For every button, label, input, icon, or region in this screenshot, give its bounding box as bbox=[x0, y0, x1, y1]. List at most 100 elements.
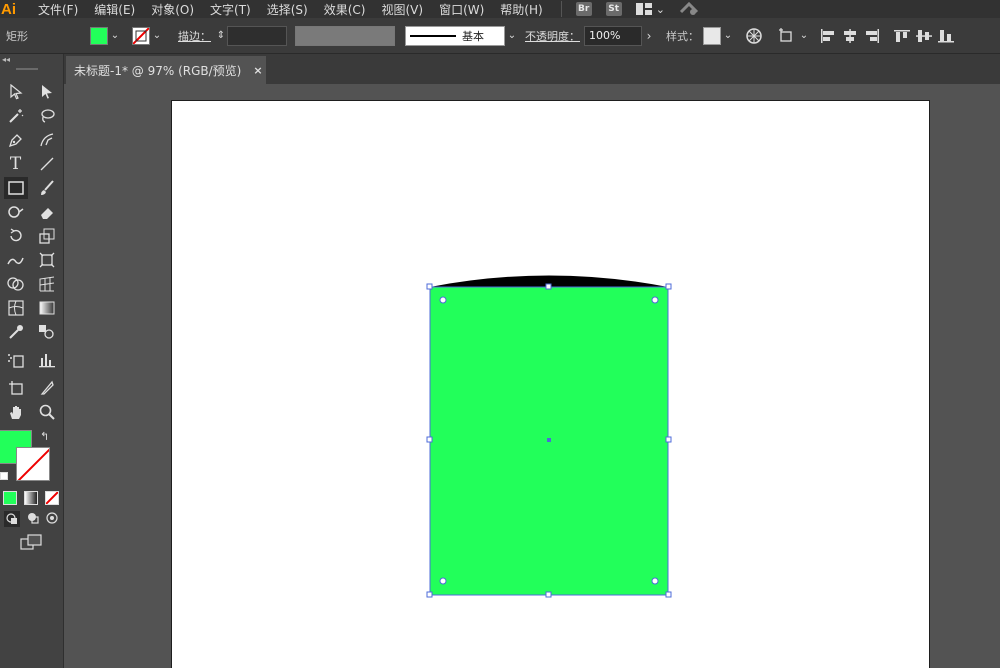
color-mode-icon[interactable] bbox=[3, 491, 17, 505]
variable-width-profile[interactable] bbox=[295, 26, 395, 46]
opacity-arrow-icon[interactable]: › bbox=[642, 27, 656, 45]
free-transform-icon[interactable] bbox=[35, 249, 59, 271]
graphic-style-dropdown-icon[interactable]: ⌄ bbox=[721, 27, 735, 45]
menu-view[interactable]: 视图(V) bbox=[373, 1, 431, 18]
brush-definition-dropdown[interactable]: 基本 bbox=[405, 26, 505, 46]
align-bottom-icon[interactable] bbox=[935, 25, 957, 47]
align-middle-icon[interactable] bbox=[913, 25, 935, 47]
brush-dropdown-icon[interactable]: ⌄ bbox=[505, 27, 519, 45]
fill-swatch[interactable] bbox=[90, 27, 108, 45]
bridge-button[interactable]: Br bbox=[576, 2, 592, 16]
lasso-icon[interactable] bbox=[35, 105, 59, 127]
curvature-icon[interactable] bbox=[35, 129, 59, 151]
stroke-dropdown-icon[interactable]: ⌄ bbox=[150, 27, 164, 45]
brush-profile-label: 基本 bbox=[462, 28, 484, 44]
magic-wand-icon[interactable] bbox=[4, 105, 28, 127]
align-left-icon[interactable] bbox=[817, 25, 839, 47]
align-center-icon[interactable] bbox=[839, 25, 861, 47]
menu-file[interactable]: 文件(F) bbox=[30, 1, 86, 18]
menu-select[interactable]: 选择(S) bbox=[259, 1, 316, 18]
graphic-style-swatch[interactable] bbox=[703, 27, 721, 45]
artboard-icon[interactable] bbox=[4, 377, 28, 399]
default-fill-stroke-icon[interactable] bbox=[0, 472, 8, 480]
handle-top-center bbox=[546, 284, 551, 289]
menu-effect[interactable]: 效果(C) bbox=[316, 1, 374, 18]
pen-icon[interactable] bbox=[4, 129, 28, 151]
opacity-label[interactable]: 不透明度： bbox=[525, 28, 580, 44]
workspace-switcher-icon[interactable]: ⌄ bbox=[636, 3, 665, 16]
stroke-label[interactable]: 描边： bbox=[178, 28, 211, 44]
gradient-icon[interactable] bbox=[35, 297, 59, 319]
warp-icon[interactable] bbox=[4, 249, 28, 271]
panel-collapse-icon[interactable]: ◂◂ bbox=[2, 55, 10, 64]
eraser-icon[interactable] bbox=[35, 201, 59, 223]
blend-icon[interactable] bbox=[35, 321, 59, 343]
screen-mode-icon[interactable] bbox=[20, 534, 42, 553]
zoom-icon[interactable] bbox=[35, 401, 59, 423]
paintbrush-icon[interactable] bbox=[35, 177, 59, 199]
direct-selection-tool-icon[interactable] bbox=[35, 81, 59, 103]
corner-widget-bottom-right bbox=[652, 578, 658, 584]
mesh-icon[interactable] bbox=[4, 297, 28, 319]
recolor-artwork-icon[interactable] bbox=[743, 25, 765, 47]
draw-inside-icon[interactable] bbox=[46, 512, 58, 527]
gradient-mode-icon[interactable] bbox=[24, 491, 38, 505]
slice-icon[interactable] bbox=[35, 377, 59, 399]
handle-middle-right bbox=[666, 437, 671, 442]
close-icon[interactable]: × bbox=[253, 64, 262, 77]
symbol-sprayer-icon[interactable] bbox=[4, 349, 28, 371]
menu-help[interactable]: 帮助(H) bbox=[492, 1, 550, 18]
align-right-icon[interactable] bbox=[861, 25, 883, 47]
menu-edit[interactable]: 编辑(E) bbox=[86, 1, 143, 18]
fill-dropdown-icon[interactable]: ⌄ bbox=[108, 27, 122, 45]
scale-icon[interactable] bbox=[35, 225, 59, 247]
line-icon[interactable] bbox=[35, 153, 59, 175]
draw-normal-icon[interactable] bbox=[4, 511, 20, 527]
canvas[interactable] bbox=[64, 84, 1000, 668]
menu-object[interactable]: 对象(O) bbox=[143, 1, 202, 18]
eyedropper-icon[interactable] bbox=[4, 321, 28, 343]
rotate-icon[interactable] bbox=[4, 225, 28, 247]
stroke-weight-stepper-icon[interactable]: ⇕ bbox=[215, 25, 227, 47]
corner-widget-top-left bbox=[440, 297, 446, 303]
align-top-icon[interactable] bbox=[891, 25, 913, 47]
selection-type-label: 矩形 bbox=[0, 28, 90, 44]
stroke-line-preview bbox=[410, 35, 456, 37]
menu-window[interactable]: 窗口(W) bbox=[431, 1, 492, 18]
handle-top-left bbox=[427, 284, 432, 289]
menu-separator bbox=[561, 1, 562, 17]
hand-icon[interactable] bbox=[4, 401, 28, 423]
panel-grip[interactable] bbox=[16, 68, 38, 70]
swap-fill-stroke-icon[interactable]: ↰ bbox=[40, 430, 49, 443]
stroke-color-box[interactable] bbox=[16, 447, 50, 481]
none-mode-icon[interactable] bbox=[45, 491, 59, 505]
selection-tool-icon[interactable] bbox=[4, 81, 28, 103]
menu-type[interactable]: 文字(T) bbox=[202, 1, 259, 18]
graph-icon[interactable] bbox=[35, 349, 59, 371]
center-point bbox=[547, 438, 551, 442]
transform-icon[interactable] bbox=[775, 25, 797, 47]
handle-top-right bbox=[666, 284, 671, 289]
draw-behind-icon[interactable] bbox=[27, 512, 39, 527]
handle-bottom-left bbox=[427, 592, 432, 597]
stroke-weight-input[interactable] bbox=[227, 26, 287, 46]
handle-bottom-right bbox=[666, 592, 671, 597]
gpu-performance-icon[interactable] bbox=[679, 0, 699, 19]
type-icon[interactable]: T bbox=[4, 153, 28, 175]
perspective-grid-icon[interactable] bbox=[35, 273, 59, 295]
style-label: 样式： bbox=[666, 28, 699, 44]
shape-builder-icon[interactable] bbox=[4, 273, 28, 295]
control-bar: 矩形 ⌄ ⌄ 描边： ⇕ 基本 ⌄ 不透明度： 100% › 样式： ⌄ ⌄ bbox=[0, 18, 1000, 54]
stroke-swatch[interactable] bbox=[132, 27, 150, 45]
opacity-input[interactable]: 100% bbox=[584, 26, 642, 46]
document-tab-title: 未标题-1* @ 97% (RGB/预览) bbox=[74, 62, 241, 79]
stock-button[interactable]: St bbox=[606, 2, 622, 16]
document-tab-bar: 未标题-1* @ 97% (RGB/预览) × bbox=[64, 54, 1000, 84]
menu-bar: Ai 文件(F) 编辑(E) 对象(O) 文字(T) 选择(S) 效果(C) 视… bbox=[0, 0, 1000, 18]
transform-dropdown-icon[interactable]: ⌄ bbox=[797, 27, 811, 45]
shaper-icon[interactable] bbox=[4, 201, 28, 223]
handle-middle-left bbox=[427, 437, 432, 442]
rectangle-icon[interactable] bbox=[4, 177, 28, 199]
corner-widget-bottom-left bbox=[440, 578, 446, 584]
document-tab[interactable]: 未标题-1* @ 97% (RGB/预览) × bbox=[66, 56, 266, 84]
